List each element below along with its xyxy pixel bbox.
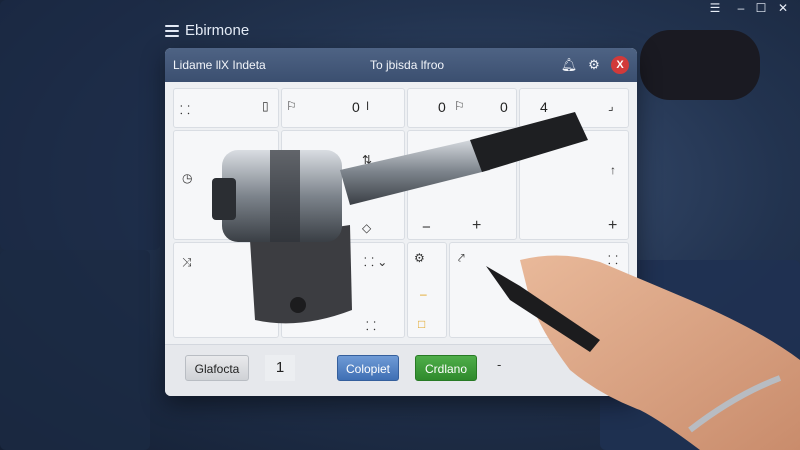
window-title: Lidame llX Indeta: [173, 58, 266, 72]
stack-icon: [165, 24, 179, 37]
grid-cell[interactable]: ⚐ 0 ǀ: [281, 88, 405, 128]
grid-cell[interactable]: ⇅ ◇: [281, 130, 405, 240]
readout-value: 0: [352, 99, 360, 115]
grid-cell[interactable]: − +: [407, 130, 517, 240]
corner-icon[interactable]: ⌟: [608, 99, 614, 113]
dash-icon: –: [420, 287, 427, 301]
marker-icon: ǀ: [366, 99, 370, 113]
tool-icon[interactable]: ⤤: [458, 251, 465, 266]
window-subtitle: To jbisda lfroo: [370, 58, 445, 72]
plus-button[interactable]: +: [472, 217, 481, 235]
background-machinery-left: [0, 0, 160, 250]
window-close-button[interactable]: X: [611, 56, 629, 74]
close-icon[interactable]: ✕: [772, 0, 794, 16]
phone-icon[interactable]: ▯: [262, 99, 269, 113]
hamburger-icon[interactable]: ☰: [704, 0, 726, 16]
grid-cell[interactable]: ↑ +: [519, 130, 629, 240]
clock-icon[interactable]: ◷: [182, 171, 192, 185]
arrow-up-icon[interactable]: ↑: [610, 163, 616, 177]
maximize-icon[interactable]: ☐: [750, 0, 772, 16]
grid-cell[interactable]: ⤤ ⸬: [449, 242, 629, 338]
background-roller: [640, 30, 760, 100]
gear-icon[interactable]: ⚙: [414, 251, 425, 265]
grid-cell[interactable]: ⤨: [173, 242, 279, 338]
grid-cell[interactable]: ◷: [173, 130, 279, 240]
expand-icon[interactable]: ⸬: [180, 101, 190, 118]
gear-icon[interactable]: ⚙: [585, 56, 603, 74]
app-brand: Ebirmone: [165, 22, 249, 39]
bell-icon[interactable]: 🔔︎: [560, 56, 578, 74]
flag-icon[interactable]: ⚐: [286, 99, 297, 113]
grid-cell[interactable]: ⸬ ▯: [173, 88, 279, 128]
grid-cell[interactable]: 4 ⌟: [519, 88, 629, 128]
select-icon[interactable]: ⸬ ⌄: [364, 253, 387, 270]
lock-icon[interactable]: ◇: [362, 221, 371, 235]
main-window: Lidame llX Indeta To jbisda lfroo 🔔︎ ⚙ X…: [165, 48, 637, 396]
bottom-toolbar: Glafocta 1 Colopiet Crdlano -: [165, 344, 637, 396]
counter-value: 1: [265, 355, 295, 381]
readout-value: 0: [438, 99, 446, 115]
control-grid: ⸬ ▯ ⚐ 0 ǀ 0 ⚐ 0 4 ⌟ ◷ ⇅ ◇ − + ↑ + ⤨ ⸬ ⌄ …: [173, 88, 629, 380]
minimize-icon[interactable]: –: [730, 0, 752, 16]
readout-value: 4: [540, 99, 548, 115]
grid-cell[interactable]: ⸬ ⌄ ⸬: [281, 242, 405, 338]
dots-icon[interactable]: ⸬: [608, 251, 618, 268]
background-motor: [0, 250, 150, 450]
arrows-icon[interactable]: ⇅: [362, 153, 372, 167]
readout-value: 0: [500, 99, 508, 115]
gray-action-button[interactable]: Glafocta: [185, 355, 249, 381]
minus-button[interactable]: −: [422, 219, 431, 236]
grid-cell[interactable]: 0 ⚐ 0: [407, 88, 517, 128]
grid-cell[interactable]: ⚙ – □: [407, 242, 447, 338]
dash-label: -: [497, 357, 502, 372]
app-brand-title: Ebirmone: [185, 22, 250, 39]
expand-icon[interactable]: ⸬: [366, 317, 376, 334]
flag-icon[interactable]: ⚐: [454, 99, 465, 113]
os-titlebar: ☰ – ☐ ✕: [0, 0, 800, 16]
blue-action-button[interactable]: Colopiet: [337, 355, 399, 381]
window-titlebar: Lidame llX Indeta To jbisda lfroo 🔔︎ ⚙ X: [165, 48, 637, 82]
plus-button[interactable]: +: [608, 217, 617, 235]
square-icon[interactable]: □: [418, 317, 425, 331]
green-action-button[interactable]: Crdlano: [415, 355, 477, 381]
shuffle-icon[interactable]: ⤨: [182, 255, 192, 270]
